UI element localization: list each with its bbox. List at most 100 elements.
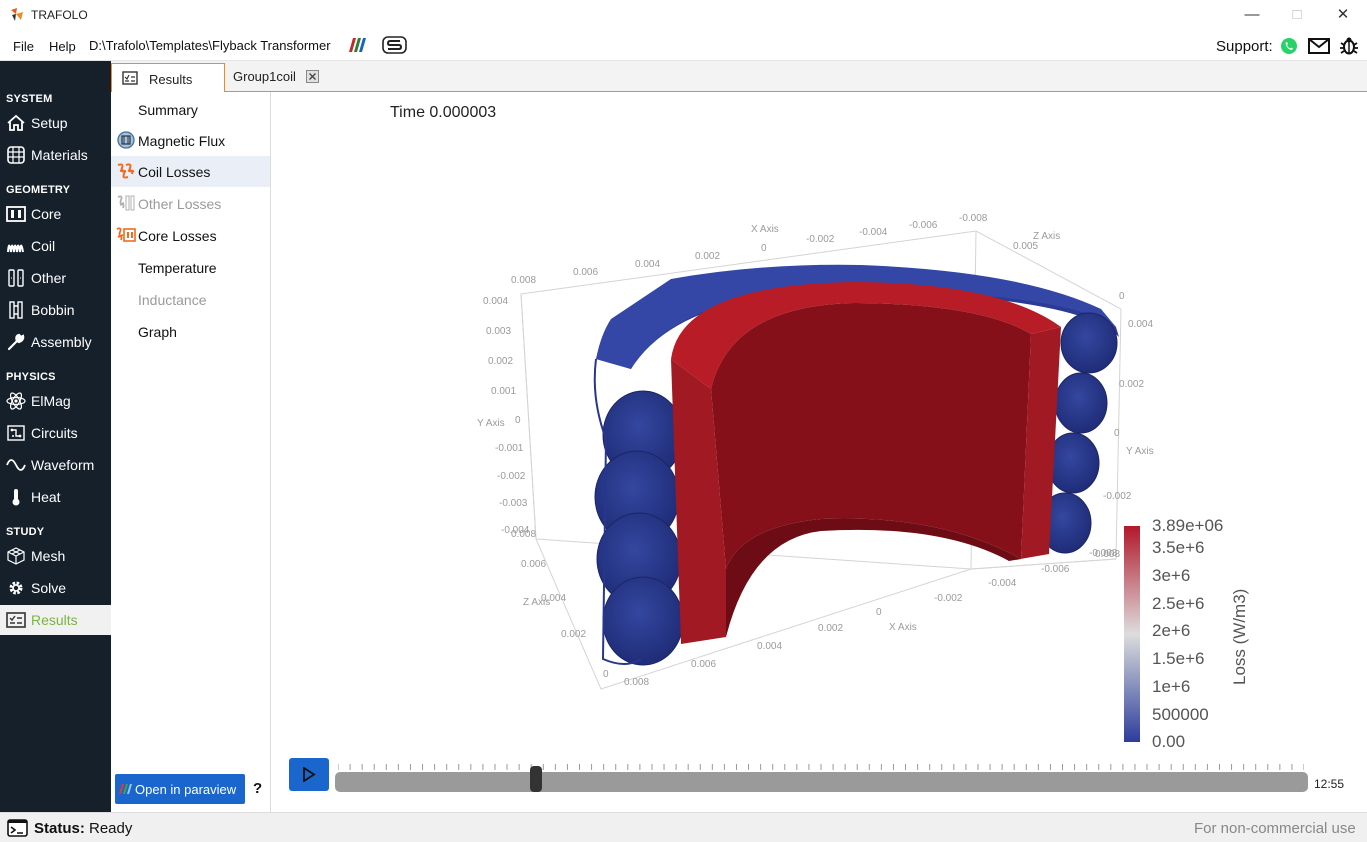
license-notice: For non-commercial use xyxy=(1194,820,1356,837)
tick-label: -0.002 xyxy=(934,593,963,604)
sidebar-item-elmag[interactable]: ElMag xyxy=(0,386,111,416)
tab-results[interactable]: Results xyxy=(111,63,225,92)
tick-label: -0.002 xyxy=(497,471,526,482)
tick-label: 0 xyxy=(515,415,521,426)
timeline-slider[interactable] xyxy=(335,772,1308,792)
section-study: STUDY xyxy=(6,526,45,538)
section-system: SYSTEM xyxy=(6,93,53,105)
other-icon xyxy=(8,269,24,287)
sidebar-item-mesh[interactable]: Mesh xyxy=(0,541,111,571)
home-icon xyxy=(7,114,25,131)
sidebar-item-materials[interactable]: Materials xyxy=(0,140,111,170)
results-item-other-losses[interactable]: Other Losses xyxy=(111,188,270,219)
minimize-button[interactable]: — xyxy=(1229,4,1275,26)
status-label: Status: xyxy=(34,820,85,837)
sidebar-item-label: Circuits xyxy=(31,425,78,441)
sidebar-item-waveform[interactable]: Waveform xyxy=(0,450,111,480)
sidebar-item-label: Setup xyxy=(31,115,68,131)
tick-label: 0.002 xyxy=(561,629,586,640)
circuit-icon xyxy=(7,425,25,441)
results-item-label: Temperature xyxy=(138,260,217,276)
tick-label: 0.006 xyxy=(573,267,598,278)
sidebar-item-label: ElMag xyxy=(31,393,71,409)
sidebar-item-label: Core xyxy=(31,206,62,222)
sidebar-item-label: Coil xyxy=(31,238,56,254)
sidebar-item-setup[interactable]: Setup xyxy=(0,108,111,138)
menu-help[interactable]: Help xyxy=(49,39,76,54)
tick-label: 0.008 xyxy=(511,529,536,540)
tick-label: 0.001 xyxy=(491,386,516,397)
sidebar-item-circuits[interactable]: Circuits xyxy=(0,418,111,448)
axis-label-x-top: X Axis xyxy=(751,224,779,235)
tick-label: 0 xyxy=(1119,291,1125,302)
results-item-temperature[interactable]: Temperature xyxy=(111,252,270,283)
bug-report-icon[interactable] xyxy=(1339,36,1359,56)
sidebar-item-bobbin[interactable]: Bobbin xyxy=(0,295,111,325)
menu-file[interactable]: File xyxy=(13,39,34,54)
whatsapp-icon[interactable] xyxy=(1280,37,1298,55)
legend-label: 3.5e+6 xyxy=(1152,538,1204,557)
legend-label: 3.89e+06 xyxy=(1152,516,1223,535)
coil-losses-render[interactable]: 0.008 0.006 0.004 0.002 0 -0.002 -0.004 … xyxy=(381,99,1254,753)
axis-label-x-bottom: X Axis xyxy=(889,622,917,633)
title-bar: TRAFOLO — □ ✕ xyxy=(0,0,1367,30)
tick-label: -0.004 xyxy=(859,227,888,238)
tick-label: -0.004 xyxy=(988,578,1017,589)
sidebar-item-heat[interactable]: Heat xyxy=(0,482,111,512)
section-geometry: GEOMETRY xyxy=(6,184,71,196)
mail-icon[interactable] xyxy=(1308,38,1330,54)
coil-losses-icon xyxy=(117,163,135,179)
results-item-summary[interactable]: Summary xyxy=(111,94,270,125)
sidebar-item-core[interactable]: Core xyxy=(0,199,111,229)
tick-label: 0 xyxy=(1114,428,1120,439)
maximize-button[interactable]: □ xyxy=(1274,4,1320,26)
sidebar-item-solve[interactable]: Solve xyxy=(0,573,111,603)
legend-label: 1e+6 xyxy=(1152,677,1190,696)
play-button[interactable] xyxy=(289,758,329,791)
open-in-paraview-button[interactable]: Open in paraview xyxy=(115,774,245,804)
solver-icon[interactable] xyxy=(382,36,407,54)
tick-label: -0.006 xyxy=(909,220,938,231)
results-item-magnetic-flux[interactable]: Magnetic Flux xyxy=(111,125,270,156)
results-item-inductance[interactable]: Inductance xyxy=(111,284,270,315)
sidebar-item-results[interactable]: Results xyxy=(0,605,111,635)
legend-label: 2.5e+6 xyxy=(1152,594,1204,613)
tick-label: 0.008 xyxy=(1095,549,1120,560)
sidebar-item-label: Heat xyxy=(31,489,61,505)
timeline-handle[interactable] xyxy=(530,766,543,792)
tick-label: 0.004 xyxy=(635,259,660,270)
gear-icon xyxy=(9,581,23,595)
sidebar-item-coil[interactable]: Coil xyxy=(0,231,111,261)
paraview-button-label: Open in paraview xyxy=(135,782,237,797)
results-item-core-losses[interactable]: Core Losses xyxy=(111,220,270,251)
help-button[interactable]: ? xyxy=(253,780,262,797)
results-item-label: Magnetic Flux xyxy=(138,133,226,149)
legend-label: 0.00 xyxy=(1152,732,1185,751)
sidebar-item-label: Mesh xyxy=(31,548,66,564)
magnetic-flux-icon xyxy=(117,131,135,149)
terminal-icon[interactable] xyxy=(7,819,28,837)
sidebar-item-assembly[interactable]: Assembly xyxy=(0,327,111,357)
close-button[interactable]: ✕ xyxy=(1320,4,1366,26)
tick-label: 0.006 xyxy=(521,559,546,570)
tick-label: 0.008 xyxy=(511,275,536,286)
results-item-coil-losses[interactable]: Coil Losses xyxy=(111,156,270,187)
main-sidebar: SYSTEM Setup Materials GEOMETRY Core Coi… xyxy=(0,61,111,812)
results-item-label: Coil Losses xyxy=(138,164,211,180)
close-tab-icon[interactable] xyxy=(306,70,319,83)
checklist-icon xyxy=(6,612,26,628)
other-losses-icon xyxy=(117,195,135,211)
paraview-icon[interactable] xyxy=(346,37,368,53)
color-legend: 3.89e+06 3.5e+6 3e+6 2.5e+6 2e+6 1.5e+6 … xyxy=(1124,516,1249,751)
thermometer-icon xyxy=(12,489,20,506)
sidebar-item-other[interactable]: Other xyxy=(0,263,111,293)
paraview-icon xyxy=(119,784,132,794)
sidebar-item-label: Materials xyxy=(31,147,88,163)
tick-label: 0 xyxy=(603,669,609,680)
tick-label: -0.002 xyxy=(1103,491,1132,502)
tab-group1coil[interactable]: Group1coil xyxy=(225,63,327,92)
results-item-graph[interactable]: Graph xyxy=(111,316,270,347)
wrench-icon xyxy=(7,333,25,351)
legend-title: Loss (W/m3) xyxy=(1230,589,1249,685)
color-bar xyxy=(1124,526,1140,742)
